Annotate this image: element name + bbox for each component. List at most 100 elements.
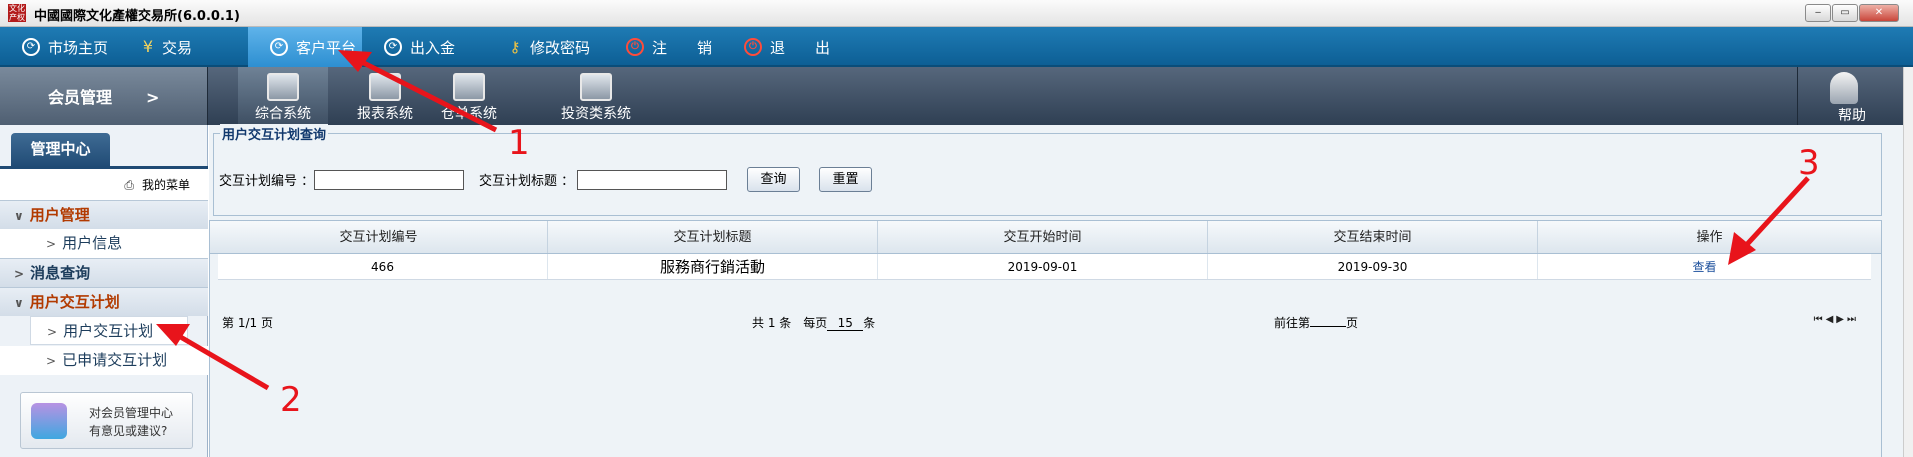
page-indicator: 第 1/1 页 [222,316,273,330]
goto-unit: 页 [1346,316,1359,330]
plan-id-input[interactable] [314,170,464,190]
cell-plan-title: 服務商行銷活動 [548,254,878,279]
window-title: 中國國際文化產權交易所(6.0.0.1) [34,9,240,24]
group-label: 用户管理 [29,206,90,224]
total-count: 共 1 条 每页 [752,316,828,330]
user-help-icon [1830,72,1858,104]
my-menu-label: 我的菜单 [141,178,190,192]
close-button[interactable]: ✕ [1859,4,1899,22]
module-warehouse-system[interactable]: 仓单系统 [424,67,514,125]
maximize-button[interactable]: ▭ [1832,4,1858,22]
annotation-label-1: 1 [508,123,530,163]
sidebar-group-user-management[interactable]: ∨ 用户管理 [0,200,208,229]
nav-market-home[interactable]: ⟳ 市场主页 [0,27,120,67]
nav-label: 修改密码 [530,38,591,57]
nav-label: 交易 [162,38,193,57]
power-icon: ⏻ [626,38,644,56]
module-label: 仓单系统 [441,106,497,122]
module-bar: 会员管理 > 综合系统 报表系统 仓单系统 投资类系统 帮助 [0,67,1913,125]
view-link[interactable]: 查看 [1538,254,1871,279]
chevron-right-icon: > [46,354,57,368]
window-titlebar: 文化产权 中國國際文化產權交易所(6.0.0.1) ‒ ▭ ✕ [0,0,1913,27]
plan-id-label: 交互计划编号 ： [219,174,315,189]
cell-plan-id: 466 [218,254,548,279]
sidebar-group-interaction-plan[interactable]: ∨ 用户交互计划 [0,287,208,316]
report-icon [369,73,401,101]
nav-logout[interactable]: ⏻ 注 销 [604,27,722,67]
annotation-label-2: 2 [280,380,302,420]
help-button[interactable]: 帮助 [1797,67,1913,125]
section-title: 会员管理 [48,88,113,107]
reset-button[interactable]: 重置 [819,167,872,192]
item-label: 已申请交互计划 [62,351,168,369]
group-label: 用户交互计划 [29,293,120,311]
search-button[interactable]: 查询 [747,167,800,192]
pagination-nav-icons[interactable]: ⏮◀▶⏭ [1814,314,1859,325]
feedback-line: 对会员管理中心 [89,406,174,420]
nav-label: 出入金 [410,38,456,57]
nav-label: 退 出 [770,38,831,57]
plan-title-label: 交互计划标题 ： [479,174,575,189]
my-menu[interactable]: ⎙ 我的菜单 [0,169,208,201]
query-legend: 用户交互计划查询 [220,124,329,143]
chevron-right-icon: > [14,267,25,281]
table-row: 466 服務商行銷活動 2019-09-01 2019-09-30 查看 [218,254,1871,280]
sidebar-item-interaction-plan[interactable]: > 用户交互计划 [30,316,188,345]
section-member-management[interactable]: 会员管理 > [0,67,208,125]
query-panel: 用户交互计划查询 交互计划编号 ： 交互计划标题 ： 查询 重置 [213,124,1882,216]
refresh-icon: ⟳ [22,38,40,56]
module-label: 报表系统 [357,106,413,122]
column-header[interactable]: 交互结束时间 [1208,221,1538,253]
sidebar-item-user-info[interactable]: > 用户信息 [0,229,208,258]
module-general-system[interactable]: 综合系统 [238,67,328,125]
cell-end-date: 2019-09-30 [1208,254,1538,279]
feedback-button[interactable]: 对会员管理中心 有意见或建议? [20,392,193,449]
nav-label: 客户平台 [296,38,357,57]
investment-icon [580,73,612,101]
minimize-button[interactable]: ‒ [1805,4,1831,22]
sidebar-group-message-query[interactable]: > 消息查询 [0,258,208,287]
menu-icon: ⎙ [124,178,134,192]
chat-icon [31,403,67,439]
refresh-icon: ⟳ [270,38,288,56]
help-label: 帮助 [1838,108,1866,124]
nav-exit[interactable]: ⏻ 退 出 [722,27,842,67]
group-label: 消息查询 [30,264,91,282]
cell-start-date: 2019-09-01 [878,254,1208,279]
results-table: 交互计划编号 交互计划标题 交互开始时间 交互结束时间 操作 466 服務商行銷… [209,220,1882,457]
nav-label: 注 销 [652,38,713,57]
nav-deposit-withdraw[interactable]: ⟳ 出入金 [362,27,486,67]
feedback-line: 有意见或建议? [89,424,168,438]
power-icon: ⏻ [744,38,762,56]
column-header: 操作 [1696,230,1723,245]
goto-page-input[interactable] [1310,326,1347,327]
chevron-right-icon: > [46,237,57,251]
nav-change-password[interactable]: ⚷ 修改密码 [486,27,604,67]
module-report-system[interactable]: 报表系统 [340,67,430,125]
app-logo-icon: 文化产权 [8,4,26,22]
annotation-label-3: 3 [1798,143,1820,183]
chevron-down-icon: ∨ [14,296,24,310]
table-header: 交互计划编号 交互计划标题 交互开始时间 交互结束时间 操作 [210,221,1881,254]
nav-client-platform[interactable]: ⟳ 客户平台 [248,27,362,67]
top-nav: ⟳ 市场主页 ¥ 交易 ⟳ 客户平台 ⟳ 出入金 ⚷ 修改密码 ⏻ 注 销 ⏻ 退 出 [0,27,1913,67]
nav-label: 市场主页 [48,38,109,57]
vertical-scrollbar[interactable] [1903,67,1913,457]
module-label: 综合系统 [255,106,311,122]
per-page-value[interactable]: 15 [827,316,864,331]
chevron-down-icon: ∨ [14,209,24,223]
goto-label: 前往第 [1274,316,1311,330]
tab-management-center[interactable]: 管理中心 [11,133,110,168]
column-header[interactable]: 交互开始时间 [878,221,1208,253]
chevron-right-icon: > [47,325,58,339]
column-header[interactable]: 交互计划标题 [548,221,878,253]
item-label: 用户信息 [62,234,123,252]
page-jump: 前往第 页 [1274,314,1358,331]
module-investment-system[interactable]: 投资类系统 [546,67,646,125]
plan-title-input[interactable] [577,170,727,190]
sidebar-item-applied-plans[interactable]: > 已申请交互计划 [0,346,208,375]
column-header[interactable]: 交互计划编号 [210,221,548,253]
yen-icon: ¥ [142,37,154,56]
chevron-right-icon: > [146,88,160,107]
nav-trade[interactable]: ¥ 交易 [120,27,248,67]
